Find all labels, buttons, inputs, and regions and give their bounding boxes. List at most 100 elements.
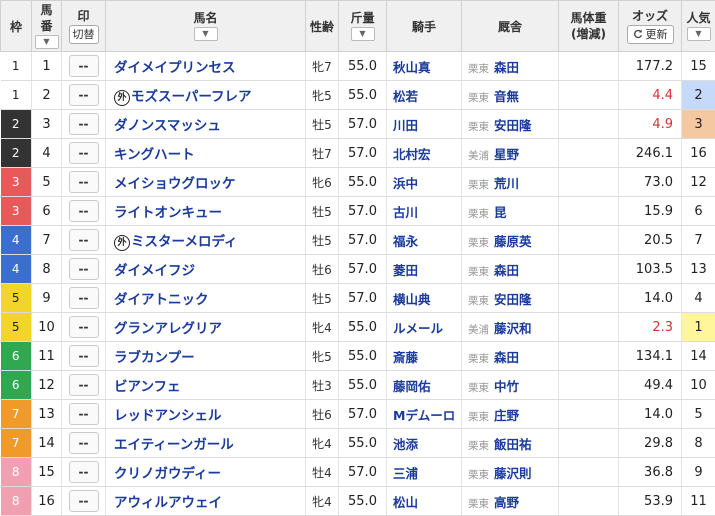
jockey-link[interactable]: 福永 [393,234,418,249]
mark-select-button[interactable]: -- [69,345,99,367]
horse-name-link[interactable]: エイティーンガール [114,437,234,453]
mark-select-button[interactable]: -- [69,258,99,280]
horse-name-link[interactable]: レッドアンシェル [114,408,221,424]
horse-name-link[interactable]: ダイメイプリンセス [114,60,236,76]
table-row[interactable]: 815--クリノガウディー牡457.0三浦栗東藤沢則36.89 [1,458,715,487]
jockey-link[interactable]: 川田 [393,118,418,133]
trainer-link[interactable]: 藤原英 [494,234,532,249]
trainer-cell: 栗東昆 [462,197,559,226]
horse-name-link[interactable]: メイショウグロッケ [114,176,236,192]
table-row[interactable]: 47--外ミスターメロディ牡557.0福永栗東藤原英20.57 [1,226,715,255]
table-row[interactable]: 612--ビアンフェ牡355.0藤岡佑栗東中竹49.410 [1,371,715,400]
mark-select-button[interactable]: -- [69,461,99,483]
horse-name-link[interactable]: ダイアトニック [114,292,209,308]
trainer-link[interactable]: 森田 [494,60,519,75]
jockey-link[interactable]: 秋山真 [393,60,431,75]
mark-select-button[interactable]: -- [69,403,99,425]
table-row[interactable]: 11--ダイメイプリンセス牝755.0秋山真栗東森田177.215 [1,52,715,81]
horse-name-link[interactable]: ラブカンプー [114,350,195,366]
mark-select-button[interactable]: -- [69,316,99,338]
jockey-link[interactable]: 池添 [393,437,418,452]
pop-sort-icon[interactable]: ▼ [687,27,711,41]
horse-name-link[interactable]: アウィルアウェイ [114,495,222,511]
jockey-link[interactable]: 松若 [393,89,418,104]
trainer-cell: 栗東森田 [462,52,559,81]
mark-select-button[interactable]: -- [69,171,99,193]
odds-refresh-button[interactable]: 更新 [627,25,674,44]
table-row[interactable]: 714--エイティーンガール牝455.0池添栗東飯田祐29.88 [1,429,715,458]
waku-number: 2 [12,117,20,131]
trainer-link[interactable]: 荒川 [494,176,519,191]
weight-header[interactable]: 斤量 ▼ [339,1,387,52]
table-row[interactable]: 816--アウィルアウェイ牝455.0松山栗東高野53.911 [1,487,715,516]
mark-select-button[interactable]: -- [69,229,99,251]
trainer-link[interactable]: 森田 [494,350,519,365]
mark-select-button[interactable]: -- [69,287,99,309]
jockey-link[interactable]: 松山 [393,495,418,510]
horse-name-link[interactable]: ビアンフェ [114,379,181,395]
jockey-link[interactable]: 斎藤 [393,350,418,365]
trainer-link[interactable]: 藤沢則 [494,466,532,481]
trainer-link[interactable]: 音無 [494,89,519,104]
trainer-link[interactable]: 安田隆 [494,118,532,133]
trainer-link[interactable]: 安田隆 [494,292,532,307]
horse-cell: クリノガウディー [106,458,306,487]
trainer-link[interactable]: 高野 [494,495,519,510]
horse-name-link[interactable]: ライトオンキュー [114,205,222,221]
mark-select-button[interactable]: -- [69,113,99,135]
table-row[interactable]: 713--レッドアンシェル牡657.0Mデムーロ栗東庄野14.05 [1,400,715,429]
jockey-link[interactable]: Mデムーロ [393,408,455,423]
mark-select-button[interactable]: -- [69,432,99,454]
waku-header-label: 枠 [10,20,22,34]
horse-sort-icon[interactable]: ▼ [194,27,218,41]
mark-select-button[interactable]: -- [69,55,99,77]
jockey-link[interactable]: 藤岡佑 [393,379,431,394]
jockey-link[interactable]: 三浦 [393,466,418,481]
horse-name-link[interactable]: クリノガウディー [114,466,221,482]
weight-sort-icon[interactable]: ▼ [351,27,375,41]
jockey-link[interactable]: 古川 [393,205,418,220]
horse-name-link[interactable]: モズスーパーフレア [131,89,252,105]
table-row[interactable]: 611--ラブカンプー牝555.0斎藤栗東森田134.114 [1,342,715,371]
umaban-header[interactable]: 馬 番 ▼ [32,1,62,52]
table-row[interactable]: 24--キングハート牡757.0北村宏美浦星野246.116 [1,139,715,168]
mark-select-button[interactable]: -- [69,200,99,222]
horse-name-link[interactable]: グランアレグリア [114,321,222,337]
mark-select-button[interactable]: -- [69,490,99,512]
horse-cell: 外ミスターメロディ [106,226,306,255]
horse-header[interactable]: 馬名 ▼ [106,1,306,52]
horse-name-link[interactable]: ダノンスマッシュ [114,118,221,134]
horse-name-link[interactable]: ダイメイフジ [114,263,195,279]
jockey-link[interactable]: 北村宏 [393,147,431,162]
sexage-value: 牝6 [312,176,332,190]
trainer-link[interactable]: 昆 [494,205,507,220]
table-row[interactable]: 35--メイショウグロッケ牝655.0浜中栗東荒川73.012 [1,168,715,197]
table-row[interactable]: 48--ダイメイフジ牡657.0菱田栗東森田103.513 [1,255,715,284]
trainer-link[interactable]: 藤沢和 [494,321,532,336]
pop-header[interactable]: 人気 ▼ [682,1,715,52]
horse-name-link[interactable]: キングハート [114,147,195,163]
mark-select-button[interactable]: -- [69,374,99,396]
mark-toggle-button[interactable]: 切替 [69,25,99,44]
jockey-link[interactable]: ルメール [393,321,443,336]
trainer-link[interactable]: 飯田祐 [494,437,532,452]
jockey-link[interactable]: 浜中 [393,176,418,191]
table-row[interactable]: 59--ダイアトニック牡557.0横山典栗東安田隆14.04 [1,284,715,313]
sexage-cell: 牡5 [306,284,339,313]
trainer-link[interactable]: 星野 [494,147,519,162]
mark-select-button[interactable]: -- [69,142,99,164]
umaban-sort-icon[interactable]: ▼ [35,35,59,49]
horse-name-link[interactable]: ミスターメロディ [131,234,238,250]
trainer-link[interactable]: 中竹 [494,379,519,394]
trainer-link[interactable]: 庄野 [494,408,519,423]
table-row[interactable]: 12--外モズスーパーフレア牝555.0松若栗東音無4.42 [1,81,715,110]
mark-cell: -- [62,81,106,110]
table-row[interactable]: 510--グランアレグリア牝455.0ルメール美浦藤沢和2.31 [1,313,715,342]
table-row[interactable]: 23--ダノンスマッシュ牡557.0川田栗東安田隆4.93 [1,110,715,139]
trainer-link[interactable]: 森田 [494,263,519,278]
refresh-label: 更新 [646,27,668,42]
jockey-link[interactable]: 菱田 [393,263,418,278]
jockey-link[interactable]: 横山典 [393,292,431,307]
table-row[interactable]: 36--ライトオンキュー牡557.0古川栗東昆15.96 [1,197,715,226]
mark-select-button[interactable]: -- [69,84,99,106]
